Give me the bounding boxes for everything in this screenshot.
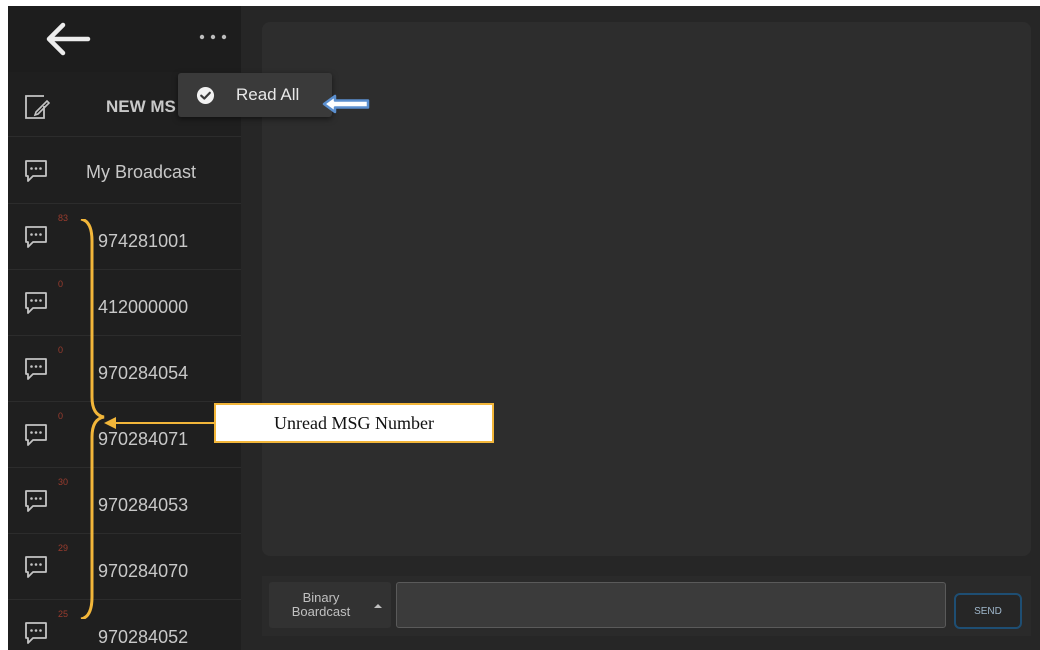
contact-number: 970284054 bbox=[98, 363, 189, 383]
contact-row[interactable]: 29 970284070 bbox=[8, 535, 241, 600]
chat-bubble-icon bbox=[25, 490, 47, 512]
unread-count-badge: 29 bbox=[58, 543, 69, 553]
composer-bar: Binary Boardcast SEND bbox=[262, 576, 1031, 636]
unread-count-badge: 30 bbox=[58, 477, 69, 487]
broadcast-row[interactable]: My Broadcast bbox=[8, 139, 241, 204]
messaging-app: NEW MS My Broadcast 83 974281001 0 41200… bbox=[8, 6, 1040, 650]
contact-row[interactable]: 0 412000000 bbox=[8, 271, 241, 336]
conversation-panel bbox=[262, 22, 1031, 556]
unread-count-badge: 0 bbox=[58, 279, 64, 289]
binary-broadcast-selector[interactable]: Binary Boardcast bbox=[269, 582, 391, 628]
binary-broadcast-label: Binary Boardcast bbox=[291, 590, 351, 619]
unread-count-badge: 0 bbox=[58, 345, 64, 355]
more-options-icon[interactable] bbox=[196, 30, 230, 44]
unread-count-badge: 0 bbox=[58, 411, 64, 421]
chat-bubble-icon bbox=[25, 556, 47, 578]
contact-row[interactable]: 30 970284053 bbox=[8, 469, 241, 534]
annotation-pointer-icon bbox=[104, 417, 216, 429]
contact-number: 970284053 bbox=[98, 495, 189, 515]
compose-icon bbox=[25, 95, 50, 119]
chat-bubble-icon bbox=[25, 226, 47, 248]
new-message-label: NEW MS bbox=[106, 97, 176, 116]
chat-bubble-icon bbox=[25, 292, 47, 314]
unread-count-badge: 83 bbox=[58, 213, 69, 223]
caret-up-icon bbox=[374, 604, 382, 608]
unread-count-badge: 25 bbox=[58, 609, 69, 619]
contact-number: 970284070 bbox=[98, 561, 189, 581]
contact-row[interactable]: 0 970284054 bbox=[8, 337, 241, 402]
contact-number: 974281001 bbox=[98, 231, 189, 251]
broadcast-label: My Broadcast bbox=[86, 162, 197, 182]
back-arrow-icon[interactable] bbox=[42, 22, 92, 56]
unread-annotation-label: Unread MSG Number bbox=[214, 403, 494, 443]
contact-number: 412000000 bbox=[98, 297, 189, 317]
chat-bubble-icon bbox=[25, 160, 47, 182]
chat-bubble-icon bbox=[25, 424, 47, 446]
send-button[interactable]: SEND bbox=[954, 593, 1022, 629]
top-bar bbox=[8, 6, 241, 72]
read-all-menu[interactable]: Read All bbox=[178, 73, 332, 117]
message-input[interactable] bbox=[396, 582, 946, 628]
callout-arrow-icon bbox=[322, 94, 370, 114]
chat-bubble-icon bbox=[25, 622, 47, 644]
read-all-label: Read All bbox=[236, 85, 300, 104]
contact-row[interactable]: 83 974281001 bbox=[8, 205, 241, 270]
chat-bubble-icon bbox=[25, 358, 47, 380]
contact-number: 970284052 bbox=[98, 627, 189, 647]
check-circle-icon bbox=[196, 86, 215, 105]
contact-row[interactable]: 25 970284052 bbox=[8, 601, 241, 650]
